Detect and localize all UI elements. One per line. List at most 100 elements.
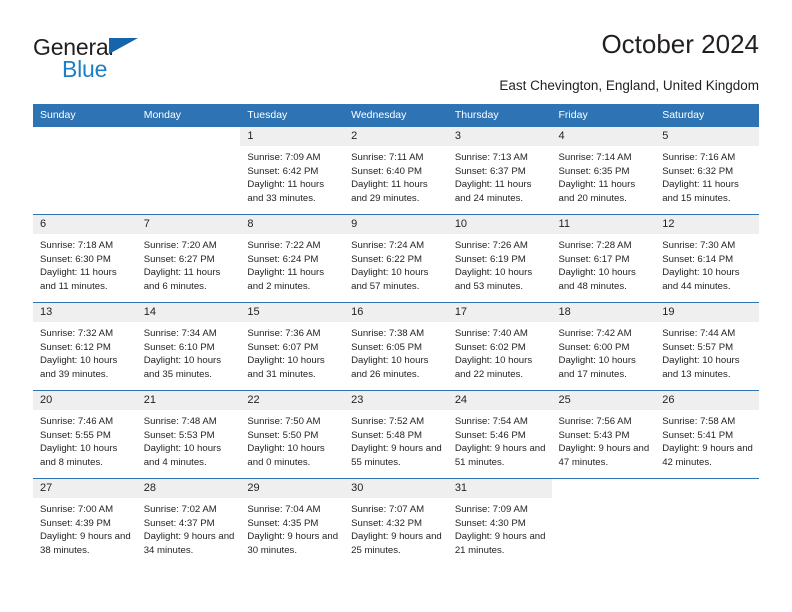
daylight-text: Daylight: 10 hours and 39 minutes. [40, 355, 118, 380]
sunrise-text: Sunrise: 7:54 AM [454, 416, 528, 427]
calendar-day-cell[interactable]: 1 Sunrise: 7:09 AM Sunset: 6:42 PM Daylight… [240, 126, 345, 215]
calendar-day-cell[interactable]: 15 Sunrise: 7:36 AM Sunset: 6:07 PM Dayligh… [240, 302, 345, 391]
day-number: 29 [240, 479, 345, 498]
sunset-text: Sunset: 4:39 PM [40, 517, 111, 529]
general-blue-logo[interactable]: General Blue [33, 34, 153, 86]
calendar-day-cell[interactable]: 9 Sunrise: 7:24 AM Sunset: 6:22 PM Daylight… [344, 214, 448, 303]
sunset-text: Sunset: 5:48 PM [351, 429, 423, 441]
sunset-text: Sunset: 6:24 PM [247, 253, 319, 265]
weekday-header-wednesday: Wednesday [344, 104, 448, 127]
sunset-text: Sunset: 6:00 PM [558, 341, 630, 353]
sunset-text: Sunset: 6:07 PM [247, 341, 319, 353]
day-number: 31 [447, 479, 552, 498]
calendar-day-cell[interactable]: 4 Sunrise: 7:14 AM Sunset: 6:35 PM Daylight… [551, 126, 656, 215]
day-number: 10 [447, 215, 552, 234]
calendar-day-cell[interactable]: 16 Sunrise: 7:38 AM Sunset: 6:05 PM Dayligh… [344, 302, 448, 391]
calendar-day-cell[interactable]: 29 Sunrise: 7:04 AM Sunset: 4:35 PM Dayligh… [240, 478, 345, 567]
daylight-text: Daylight: 9 hours and 38 minutes. [40, 531, 131, 556]
day-number [655, 479, 759, 498]
sunset-text: Sunset: 5:50 PM [247, 429, 319, 441]
day-number: 4 [551, 127, 656, 146]
daylight-text: Daylight: 9 hours and 30 minutes. [247, 531, 339, 556]
daylight-text: Daylight: 10 hours and 0 minutes. [247, 443, 325, 468]
calendar-day-cell[interactable]: 19 Sunrise: 7:44 AM Sunset: 5:57 PM Dayligh… [655, 302, 759, 391]
sunset-text: Sunset: 4:30 PM [454, 517, 526, 529]
calendar-body: 1 Sunrise: 7:09 AM Sunset: 6:42 PM Daylight… [33, 126, 759, 567]
sunset-text: Sunset: 6:12 PM [40, 341, 111, 353]
calendar-day-cell[interactable]: 31 Sunrise: 7:09 AM Sunset: 4:30 PM Dayligh… [447, 478, 552, 567]
calendar-day-cell[interactable]: 27 Sunrise: 7:00 AM Sunset: 4:39 PM Dayligh… [33, 478, 137, 567]
sunset-text: Sunset: 6:19 PM [454, 253, 526, 265]
sunrise-sunset-calendar: Sunday Monday Tuesday Wednesday Thursday… [33, 104, 759, 567]
day-number: 22 [240, 391, 345, 410]
day-details: Sunrise: 7:07 AM Sunset: 4:32 PM Daylight:… [344, 498, 448, 557]
sunrise-text: Sunrise: 7:00 AM [40, 504, 114, 515]
day-details: Sunrise: 7:56 AM Sunset: 5:43 PM Daylight:… [552, 410, 656, 469]
calendar-day-cell[interactable]: 8 Sunrise: 7:22 AM Sunset: 6:24 PM Daylight… [240, 214, 345, 303]
day-number: 11 [551, 215, 656, 234]
day-number: 30 [344, 479, 448, 498]
day-number: 19 [655, 303, 759, 322]
calendar-day-cell[interactable]: 11 Sunrise: 7:28 AM Sunset: 6:17 PM Dayligh… [551, 214, 656, 303]
day-details: Sunrise: 7:54 AM Sunset: 5:46 PM Daylight:… [448, 410, 552, 469]
calendar-day-cell[interactable]: 25 Sunrise: 7:56 AM Sunset: 5:43 PM Dayligh… [551, 390, 656, 479]
sunset-text: Sunset: 4:32 PM [351, 517, 423, 529]
day-number: 27 [33, 479, 137, 498]
sunrise-text: Sunrise: 7:20 AM [143, 240, 217, 251]
calendar-day-cell[interactable]: 12 Sunrise: 7:30 AM Sunset: 6:14 PM Dayligh… [655, 214, 759, 303]
day-details: Sunrise: 7:18 AM Sunset: 6:30 PM Daylight:… [33, 234, 137, 293]
sunrise-text: Sunrise: 7:24 AM [351, 240, 425, 251]
day-details: Sunrise: 7:50 AM Sunset: 5:50 PM Daylight:… [240, 410, 344, 469]
day-number: 1 [240, 127, 345, 146]
sunset-text: Sunset: 6:35 PM [558, 165, 630, 177]
daylight-text: Daylight: 10 hours and 53 minutes. [454, 267, 533, 292]
sunrise-text: Sunrise: 7:46 AM [40, 416, 114, 427]
sunset-text: Sunset: 6:42 PM [247, 165, 319, 177]
calendar-day-cell[interactable]: 10 Sunrise: 7:26 AM Sunset: 6:19 PM Dayligh… [447, 214, 552, 303]
day-details: Sunrise: 7:48 AM Sunset: 5:53 PM Daylight:… [137, 410, 241, 469]
day-details: Sunrise: 7:13 AM Sunset: 6:37 PM Daylight:… [448, 146, 552, 205]
calendar-day-cell[interactable]: 3 Sunrise: 7:13 AM Sunset: 6:37 PM Daylight… [447, 126, 552, 215]
daylight-text: Daylight: 9 hours and 55 minutes. [351, 443, 442, 468]
calendar-day-cell[interactable]: 13 Sunrise: 7:32 AM Sunset: 6:12 PM Dayligh… [33, 302, 137, 391]
sunrise-text: Sunrise: 7:02 AM [143, 504, 217, 515]
day-details: Sunrise: 7:26 AM Sunset: 6:19 PM Daylight:… [448, 234, 552, 293]
day-number: 26 [655, 391, 759, 410]
sunrise-text: Sunrise: 7:26 AM [454, 240, 528, 251]
calendar-day-cell[interactable]: 24 Sunrise: 7:54 AM Sunset: 5:46 PM Dayligh… [447, 390, 552, 479]
day-details: Sunrise: 7:24 AM Sunset: 6:22 PM Daylight:… [344, 234, 448, 293]
calendar-day-cell[interactable]: 18 Sunrise: 7:42 AM Sunset: 6:00 PM Dayligh… [551, 302, 656, 391]
calendar-day-cell[interactable]: 2 Sunrise: 7:11 AM Sunset: 6:40 PM Daylight… [344, 126, 448, 215]
day-details: Sunrise: 7:38 AM Sunset: 6:05 PM Daylight:… [344, 322, 448, 381]
calendar-day-cell[interactable]: 21 Sunrise: 7:48 AM Sunset: 5:53 PM Dayligh… [136, 390, 241, 479]
calendar-day-cell[interactable]: 14 Sunrise: 7:34 AM Sunset: 6:10 PM Dayligh… [136, 302, 241, 391]
day-details: Sunrise: 7:09 AM Sunset: 6:42 PM Daylight:… [240, 146, 344, 205]
sunrise-text: Sunrise: 7:34 AM [143, 328, 217, 339]
page-subtitle-location: East Chevington, England, United Kingdom [499, 78, 759, 93]
sunrise-text: Sunrise: 7:16 AM [662, 152, 736, 163]
daylight-text: Daylight: 9 hours and 51 minutes. [454, 443, 546, 468]
calendar-day-cell[interactable]: 22 Sunrise: 7:50 AM Sunset: 5:50 PM Dayligh… [240, 390, 345, 479]
calendar-day-cell[interactable]: 7 Sunrise: 7:20 AM Sunset: 6:27 PM Daylight… [136, 214, 241, 303]
calendar-day-cell[interactable]: 20 Sunrise: 7:46 AM Sunset: 5:55 PM Dayligh… [33, 390, 137, 479]
day-details: Sunrise: 7:58 AM Sunset: 5:41 PM Daylight:… [655, 410, 759, 469]
sunset-text: Sunset: 6:17 PM [558, 253, 630, 265]
calendar-day-cell[interactable]: 30 Sunrise: 7:07 AM Sunset: 4:32 PM Dayligh… [344, 478, 448, 567]
sunrise-text: Sunrise: 7:07 AM [351, 504, 425, 515]
calendar-day-cell[interactable]: 17 Sunrise: 7:40 AM Sunset: 6:02 PM Dayligh… [447, 302, 552, 391]
day-details: Sunrise: 7:36 AM Sunset: 6:07 PM Daylight:… [240, 322, 344, 381]
calendar-day-cell[interactable]: 5 Sunrise: 7:16 AM Sunset: 6:32 PM Daylight… [655, 126, 759, 215]
calendar-day-cell[interactable]: 23 Sunrise: 7:52 AM Sunset: 5:48 PM Dayligh… [344, 390, 448, 479]
day-number: 28 [136, 479, 241, 498]
daylight-text: Daylight: 9 hours and 47 minutes. [558, 443, 650, 468]
sunset-text: Sunset: 6:02 PM [454, 341, 526, 353]
sunrise-text: Sunrise: 7:50 AM [247, 416, 321, 427]
day-number: 18 [551, 303, 656, 322]
day-number: 23 [344, 391, 448, 410]
calendar-day-cell[interactable]: 26 Sunrise: 7:58 AM Sunset: 5:41 PM Dayligh… [655, 390, 759, 479]
sunrise-text: Sunrise: 7:52 AM [351, 416, 425, 427]
sunrise-text: Sunrise: 7:38 AM [351, 328, 425, 339]
calendar-day-cell[interactable]: 28 Sunrise: 7:02 AM Sunset: 4:37 PM Dayligh… [136, 478, 241, 567]
day-number: 6 [33, 215, 137, 234]
calendar-day-cell[interactable]: 6 Sunrise: 7:18 AM Sunset: 6:30 PM Daylight… [33, 214, 137, 303]
